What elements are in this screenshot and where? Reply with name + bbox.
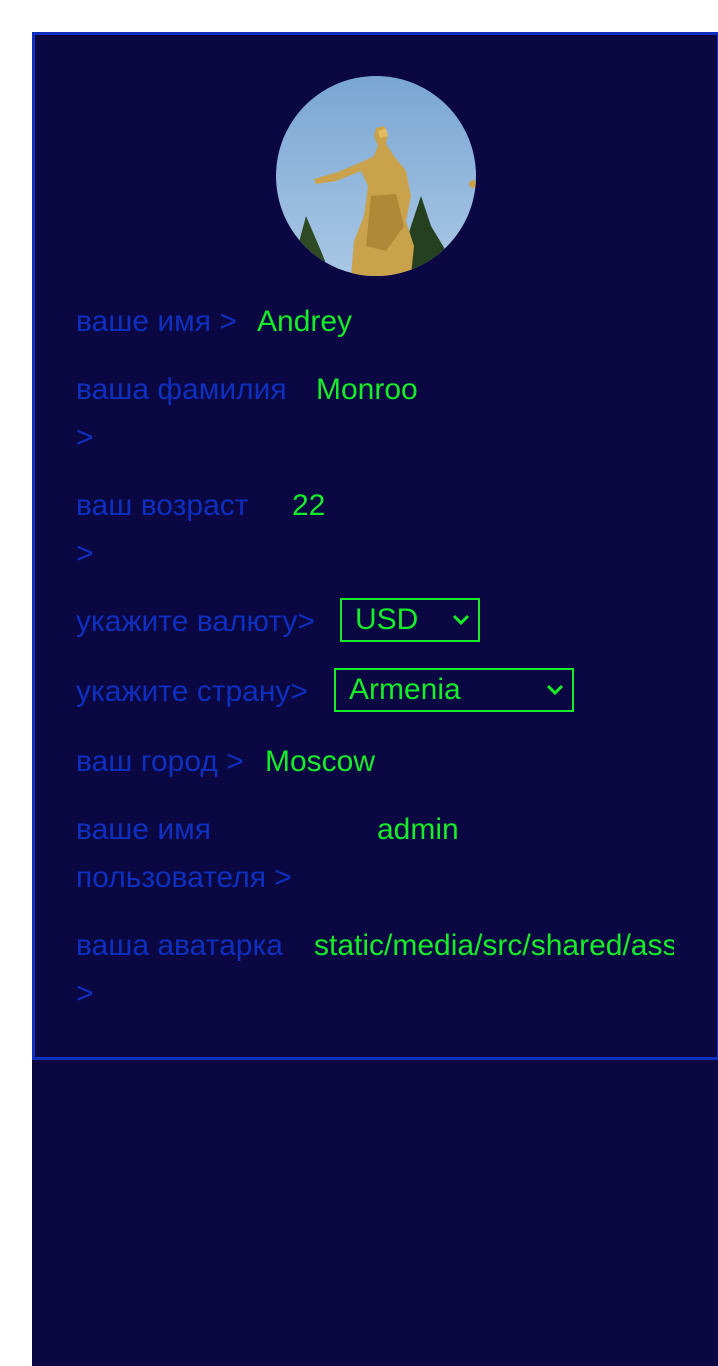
username-label-line2: пользователя > <box>76 861 292 894</box>
country-label: укажите страну> <box>76 675 308 708</box>
age-label: ваш возраст <box>76 489 249 522</box>
city-label: ваш город > <box>76 745 244 778</box>
age-value: 22 <box>292 489 326 522</box>
currency-selected-value: USD <box>355 603 419 636</box>
age-label-arrow: > <box>76 537 94 570</box>
currency-label: укажите валюту> <box>76 605 315 638</box>
last-name-value: Monroo <box>316 373 418 406</box>
country-row: укажите страну> Armenia <box>76 668 676 716</box>
city-row: ваш город > Moscow <box>76 738 676 786</box>
chevron-down-icon <box>452 614 470 626</box>
avatar-path-label: ваша аватарка <box>76 929 283 962</box>
city-value: Moscow <box>265 745 376 778</box>
username-label: ваше имя <box>76 813 211 846</box>
chevron-down-icon <box>546 684 564 696</box>
age-row: ваш возраст > 22 <box>76 482 676 578</box>
username-value: admin <box>377 813 459 846</box>
last-name-row: ваша фамилия > Monroo <box>76 366 676 462</box>
currency-select[interactable]: USD <box>340 598 480 642</box>
country-select[interactable]: Armenia <box>334 668 574 712</box>
username-row: ваше имя пользователя > admin <box>76 806 676 902</box>
first-name-label: ваше имя > <box>76 305 237 338</box>
currency-row: укажите валюту> USD <box>76 598 676 646</box>
avatar <box>276 76 476 276</box>
avatar-path-label-arrow: > <box>76 977 94 1010</box>
statue-photo-avatar <box>276 76 476 276</box>
profile-card: ваше имя > Andrey ваша фамилия > Monroo … <box>32 32 718 1060</box>
avatar-path-row: ваша аватарка > static/media/src/shared/… <box>76 922 676 1018</box>
first-name-row: ваше имя > Andrey <box>76 298 676 346</box>
last-name-label: ваша фамилия <box>76 373 287 406</box>
first-name-value: Andrey <box>257 305 353 338</box>
last-name-label-arrow: > <box>76 421 94 454</box>
country-selected-value: Armenia <box>349 673 461 706</box>
avatar-path-value: static/media/src/shared/assets <box>314 929 674 962</box>
